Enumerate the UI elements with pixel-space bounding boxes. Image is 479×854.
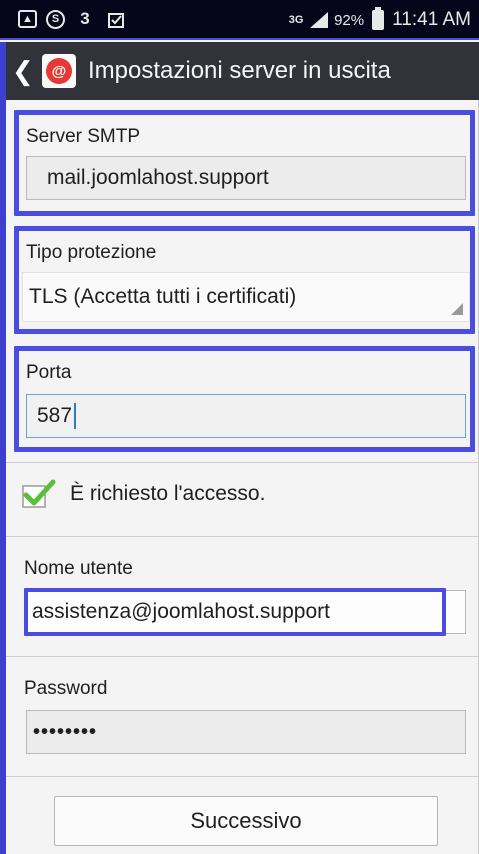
password-input[interactable]: ••••••••	[26, 710, 466, 754]
port-value: 587	[37, 404, 73, 427]
checkmark-icon	[22, 479, 56, 508]
status-indicators: 3G 92% 11:41 AM	[288, 0, 471, 40]
three-icon: 3	[80, 9, 90, 28]
divider	[6, 656, 479, 657]
settings-form: Server SMTP mail.joomlahost.support Tipo…	[0, 100, 479, 854]
email-at-icon[interactable]: @	[42, 54, 76, 88]
smtp-server-input[interactable]: mail.joomlahost.support	[26, 156, 466, 200]
divider	[6, 536, 479, 537]
battery-percent: 92%	[334, 11, 365, 29]
divider	[6, 462, 479, 463]
s-icon: S	[46, 9, 65, 29]
signal-icon	[310, 12, 329, 28]
next-button[interactable]: Successivo	[54, 796, 438, 846]
smtp-server-value: mail.joomlahost.support	[47, 166, 269, 189]
clipboard-icon	[105, 9, 127, 29]
image-icon: ▲	[18, 10, 37, 28]
dropdown-corner-icon	[451, 303, 463, 315]
status-bar: ▲ S 3 3G 92% 11:41 AM	[0, 0, 479, 40]
action-bar: ❮ @ Impostazioni server in uscita	[0, 42, 479, 100]
password-value: ••••••••	[33, 720, 98, 743]
clock: 11:41 AM	[392, 9, 471, 30]
security-type-label: Tipo protezione	[26, 242, 157, 263]
password-label: Password	[24, 678, 108, 699]
screen-title: Impostazioni server in uscita	[88, 57, 391, 84]
port-input[interactable]: 587	[26, 394, 466, 438]
username-highlight: assistenza@joomlahost.support	[24, 588, 446, 636]
username-label: Nome utente	[24, 558, 133, 579]
security-type-value: TLS (Accetta tutti i certificati)	[29, 285, 297, 308]
username-value: assistenza@joomlahost.support	[32, 600, 330, 623]
chevron-left-icon[interactable]: ❮	[12, 56, 34, 87]
network-type: 3G	[288, 14, 304, 26]
notification-icons: ▲ S 3	[0, 9, 127, 29]
divider	[6, 776, 479, 777]
at-symbol: @	[46, 58, 72, 84]
port-label: Porta	[26, 362, 72, 383]
smtp-server-label: Server SMTP	[26, 126, 141, 147]
text-cursor	[74, 403, 77, 429]
login-required-label[interactable]: È richiesto l'accesso.	[70, 482, 265, 506]
login-required-checkbox[interactable]	[22, 478, 56, 510]
battery-icon	[372, 7, 385, 30]
security-type-select[interactable]: TLS (Accetta tutti i certificati)	[22, 272, 470, 322]
